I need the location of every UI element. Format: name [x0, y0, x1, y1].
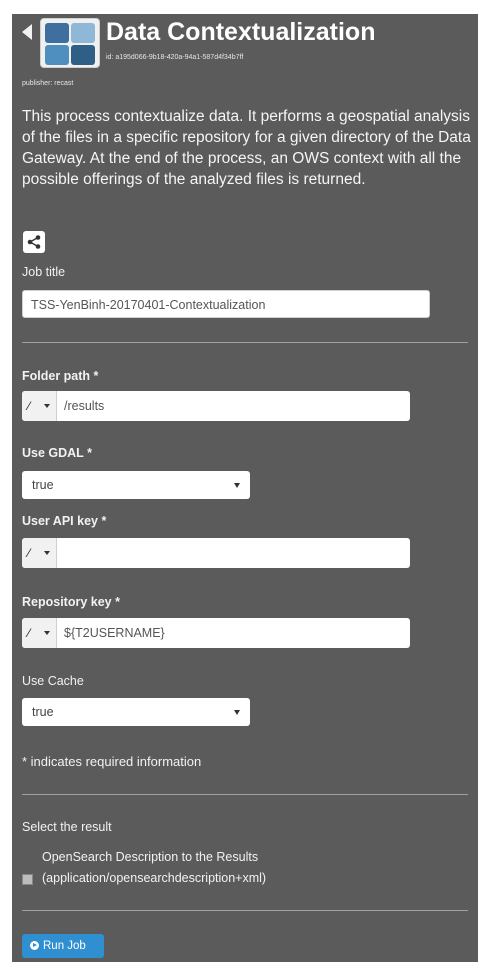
use-cache-value: true: [32, 705, 54, 719]
process-id: id: a195d066-9b18-420a-94a1-587d4f34b7ff: [106, 54, 244, 61]
magic-wand-icon: ⁄: [28, 546, 31, 560]
chevron-down-icon: [44, 551, 50, 555]
folder-path-input-group: ⁄ /results: [22, 391, 410, 421]
repository-key-input[interactable]: ${T2USERNAME}: [64, 618, 165, 648]
share-icon: [27, 235, 41, 249]
divider: [22, 342, 468, 343]
job-title-input[interactable]: TSS-YenBinh-20170401-Contextualization: [22, 290, 430, 318]
use-cache-label: Use Cache: [22, 674, 84, 688]
chevron-down-icon: [44, 404, 50, 408]
use-cache-select[interactable]: true: [22, 698, 250, 726]
result-option-name: OpenSearch Description to the Results: [42, 850, 259, 864]
repository-key-label: Repository key *: [22, 595, 120, 609]
use-gdal-select[interactable]: true: [22, 471, 250, 499]
use-gdal-value: true: [32, 478, 54, 492]
folder-path-input[interactable]: /results: [64, 391, 104, 421]
play-circle-icon: [30, 941, 39, 950]
chevron-down-icon: [234, 710, 240, 715]
run-job-label: Run Job: [43, 940, 86, 952]
user-api-key-label: User API key *: [22, 514, 107, 528]
publisher-text: publisher: recast: [22, 80, 74, 87]
divider: [22, 910, 468, 911]
result-option-mime: (application/opensearchdescription+xml): [42, 871, 267, 885]
page-title: Data Contextualization: [106, 18, 376, 46]
value-source-dropdown[interactable]: ⁄: [22, 618, 57, 648]
user-api-key-input-group: ⁄: [22, 538, 410, 568]
value-source-dropdown[interactable]: ⁄: [22, 391, 57, 421]
process-logo: [40, 18, 100, 68]
job-title-label: Job title: [22, 265, 66, 279]
magic-wand-icon: ⁄: [28, 399, 31, 413]
divider: [22, 794, 468, 795]
chevron-down-icon: [234, 483, 240, 488]
run-job-button[interactable]: Run Job: [22, 934, 104, 958]
folder-path-label: Folder path *: [22, 369, 99, 383]
share-button[interactable]: [23, 231, 45, 253]
process-panel: Data Contextualization id: a195d066-9b18…: [12, 14, 478, 962]
chevron-down-icon: [44, 631, 50, 635]
select-result-label: Select the result: [22, 820, 112, 834]
process-description: This process contextualize data. It perf…: [22, 108, 471, 188]
result-checkbox[interactable]: [22, 874, 33, 885]
required-note: * indicates required information: [22, 754, 202, 769]
value-source-dropdown[interactable]: ⁄: [22, 538, 57, 568]
magic-wand-icon: ⁄: [28, 626, 31, 640]
repository-key-input-group: ⁄ ${T2USERNAME}: [22, 618, 410, 648]
use-gdal-label: Use GDAL *: [22, 446, 92, 460]
back-arrow-icon[interactable]: [22, 24, 32, 40]
